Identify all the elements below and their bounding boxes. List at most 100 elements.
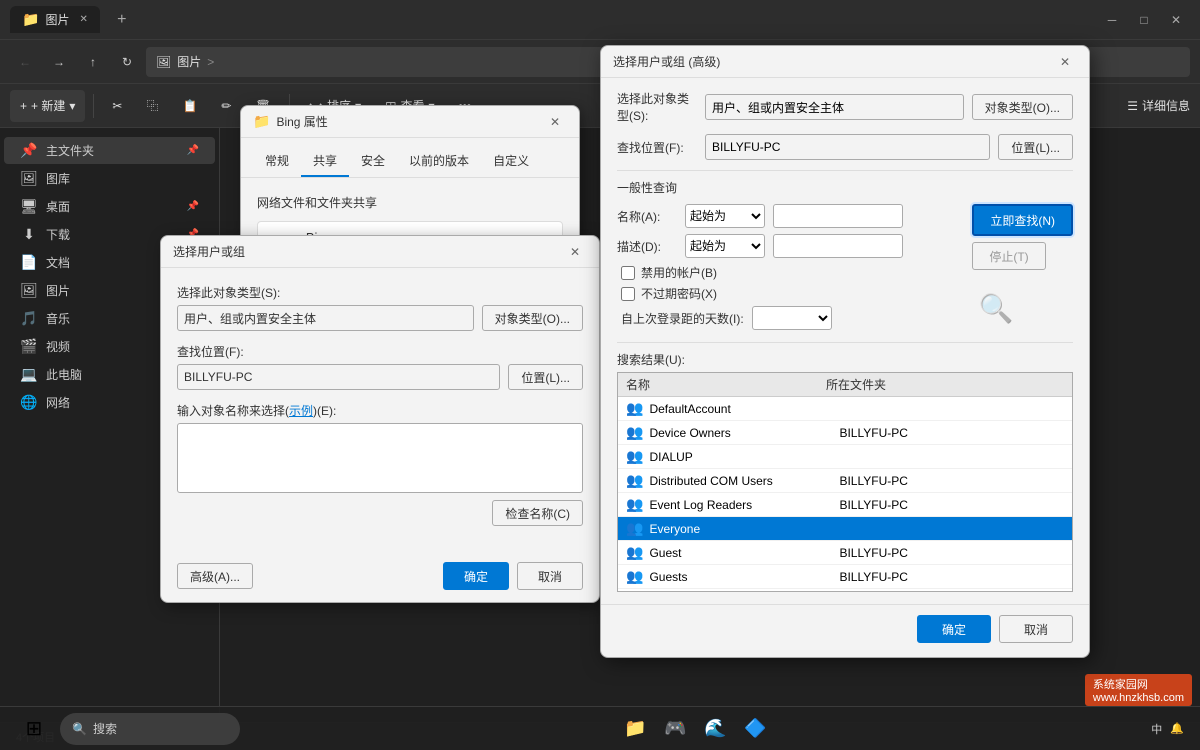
- adv-days-select[interactable]: [752, 306, 832, 330]
- bing-dialog-icon: 📁: [253, 113, 270, 130]
- sidebar-item-gallery[interactable]: 🖼 图库: [4, 165, 215, 192]
- adv-stop-btn[interactable]: 停止(T): [972, 242, 1045, 270]
- result-row-7[interactable]: 👥 Guests BILLYFU-PC: [618, 565, 1072, 589]
- search-bar[interactable]: 🔍 搜索: [60, 713, 240, 745]
- sidebar-item-desktop[interactable]: 🖥 桌面 📌: [4, 193, 215, 220]
- su-name-label: 输入对象名称来选择(示例)(E):: [177, 402, 583, 419]
- result-name-3: Distributed COM Users: [649, 474, 839, 488]
- su-example-link[interactable]: 示例: [289, 404, 313, 418]
- taskbar-store-icon[interactable]: 🔷: [738, 711, 774, 747]
- su-ok-btn[interactable]: 确定: [443, 562, 509, 590]
- sidebar-label-pictures: 图片: [46, 282, 70, 299]
- cut-button[interactable]: ✂: [102, 90, 132, 122]
- taskbar-game-icon[interactable]: 🎮: [658, 711, 694, 747]
- sidebar-label-home: 主文件夹: [46, 142, 94, 159]
- rename-button[interactable]: ✏: [211, 90, 241, 122]
- adv-type-input[interactable]: [705, 94, 964, 120]
- new-arrow: ▾: [69, 99, 75, 113]
- address-icon: 🖼: [156, 55, 171, 69]
- result-row-4[interactable]: 👥 Event Log Readers BILLYFU-PC: [618, 493, 1072, 517]
- new-tab-btn[interactable]: +: [108, 6, 136, 34]
- results-container: 👥 DefaultAccount 👥 Device Owners BILLYFU…: [618, 397, 1072, 592]
- su-type-input[interactable]: [177, 305, 474, 331]
- tab-folder-icon: 📁: [22, 11, 39, 28]
- detail-info[interactable]: ☰ 详细信息: [1127, 97, 1190, 114]
- paste-button[interactable]: 📋: [172, 90, 207, 122]
- result-icon-7: 👥: [626, 568, 643, 585]
- adv-query-section: 一般性查询 名称(A): 起始为 描述(D): 起始为: [617, 179, 1073, 332]
- tab-previous[interactable]: 以前的版本: [397, 146, 481, 177]
- download-icon: ⬇: [20, 226, 38, 243]
- result-row-3[interactable]: 👥 Distributed COM Users BILLYFU-PC: [618, 469, 1072, 493]
- taskbar-browser-icon[interactable]: 🌊: [698, 711, 734, 747]
- close-btn[interactable]: ✕: [1162, 6, 1190, 34]
- result-row-5[interactable]: 👥 Everyone: [618, 517, 1072, 541]
- refresh-btn[interactable]: ↻: [112, 47, 142, 77]
- result-icon-3: 👥: [626, 472, 643, 489]
- back-btn[interactable]: ←: [10, 47, 40, 77]
- adv-footer: 确定 取消: [601, 604, 1089, 657]
- adv-name-filter-input[interactable]: [773, 204, 903, 228]
- adv-name-filter-select[interactable]: 起始为: [685, 204, 765, 228]
- su-advanced-btn[interactable]: 高级(A)...: [177, 563, 253, 589]
- copy-button[interactable]: ⿻: [136, 90, 168, 122]
- adv-col-name: 名称: [626, 376, 826, 393]
- minimize-btn[interactable]: ─: [1098, 6, 1126, 34]
- maximize-btn[interactable]: □: [1130, 6, 1158, 34]
- adv-location-btn[interactable]: 位置(L)...: [998, 134, 1073, 160]
- bing-dialog-title: Bing 属性: [276, 113, 543, 130]
- tab-security[interactable]: 安全: [349, 146, 397, 177]
- result-icon-1: 👥: [626, 424, 643, 441]
- result-loc-1: BILLYFU-PC: [839, 426, 1064, 440]
- tab-sharing[interactable]: 共享: [301, 146, 349, 177]
- adv-cancel-btn[interactable]: 取消: [999, 615, 1073, 643]
- new-button[interactable]: + + 新建 ▾: [10, 90, 85, 122]
- tab-custom[interactable]: 自定义: [481, 146, 541, 177]
- su-check-btn[interactable]: 检查名称(C): [492, 500, 583, 526]
- su-type-btn[interactable]: 对象类型(O)...: [482, 305, 583, 331]
- sidebar-item-home[interactable]: 📌 主文件夹 📌: [4, 137, 215, 164]
- adv-body: 选择此对象类型(S): 对象类型(O)... 查找位置(F): 位置(L)...…: [601, 78, 1089, 604]
- result-name-0: DefaultAccount: [649, 402, 839, 416]
- adv-results-header: 名称 所在文件夹: [618, 373, 1072, 397]
- result-row-1[interactable]: 👥 Device Owners BILLYFU-PC: [618, 421, 1072, 445]
- adv-noexpiry-checkbox[interactable]: [621, 287, 635, 301]
- taskbar-explorer-icon[interactable]: 📁: [618, 711, 654, 747]
- adv-ok-btn[interactable]: 确定: [917, 615, 991, 643]
- tab-close-btn[interactable]: ✕: [79, 14, 87, 25]
- music-icon: 🎵: [20, 310, 38, 327]
- su-name-textarea[interactable]: [177, 423, 583, 493]
- adv-disabled-checkbox[interactable]: [621, 266, 635, 280]
- start-button[interactable]: ⊞: [16, 711, 52, 747]
- result-row-0[interactable]: 👥 DefaultAccount: [618, 397, 1072, 421]
- result-icon-5: 👥: [626, 520, 643, 537]
- adv-results-list[interactable]: 名称 所在文件夹 👥 DefaultAccount 👥 Device Owner…: [617, 372, 1073, 592]
- sidebar-label-music: 音乐: [46, 310, 70, 327]
- network-icon: 🌐: [20, 394, 38, 411]
- adv-search-btn[interactable]: 立即查找(N): [972, 204, 1073, 236]
- result-loc-7: BILLYFU-PC: [839, 570, 1064, 584]
- result-row-6[interactable]: 👥 Guest BILLYFU-PC: [618, 541, 1072, 565]
- bing-dialog-close[interactable]: ✕: [543, 110, 567, 134]
- adv-location-input[interactable]: [705, 134, 990, 160]
- adv-desc-filter-select[interactable]: 起始为: [685, 234, 765, 258]
- adv-days-row: 自上次登录距的天数(I):: [617, 306, 960, 330]
- su-location-input[interactable]: [177, 364, 500, 390]
- tab-general[interactable]: 常规: [253, 146, 301, 177]
- adv-close-btn[interactable]: ✕: [1053, 50, 1077, 74]
- active-tab[interactable]: 📁 图片 ✕: [10, 6, 100, 33]
- sidebar-label-docs: 文档: [46, 254, 70, 271]
- up-btn[interactable]: ↑: [78, 47, 108, 77]
- su-location-btn[interactable]: 位置(L)...: [508, 364, 583, 390]
- result-row-8[interactable]: 👥 Hyper-V Administrators BILLYFU-PC: [618, 589, 1072, 592]
- sidebar-label-videos: 视频: [46, 338, 70, 355]
- taskbar-notification[interactable]: 🔔: [1170, 722, 1184, 735]
- adv-type-btn[interactable]: 对象类型(O)...: [972, 94, 1073, 120]
- taskbar-time: 中: [1151, 721, 1162, 737]
- su-close-btn[interactable]: ✕: [563, 240, 587, 264]
- watermark-text: 系统家园网: [1093, 679, 1148, 691]
- adv-desc-filter-input[interactable]: [773, 234, 903, 258]
- forward-btn[interactable]: →: [44, 47, 74, 77]
- su-cancel-btn[interactable]: 取消: [517, 562, 583, 590]
- result-row-2[interactable]: 👥 DIALUP: [618, 445, 1072, 469]
